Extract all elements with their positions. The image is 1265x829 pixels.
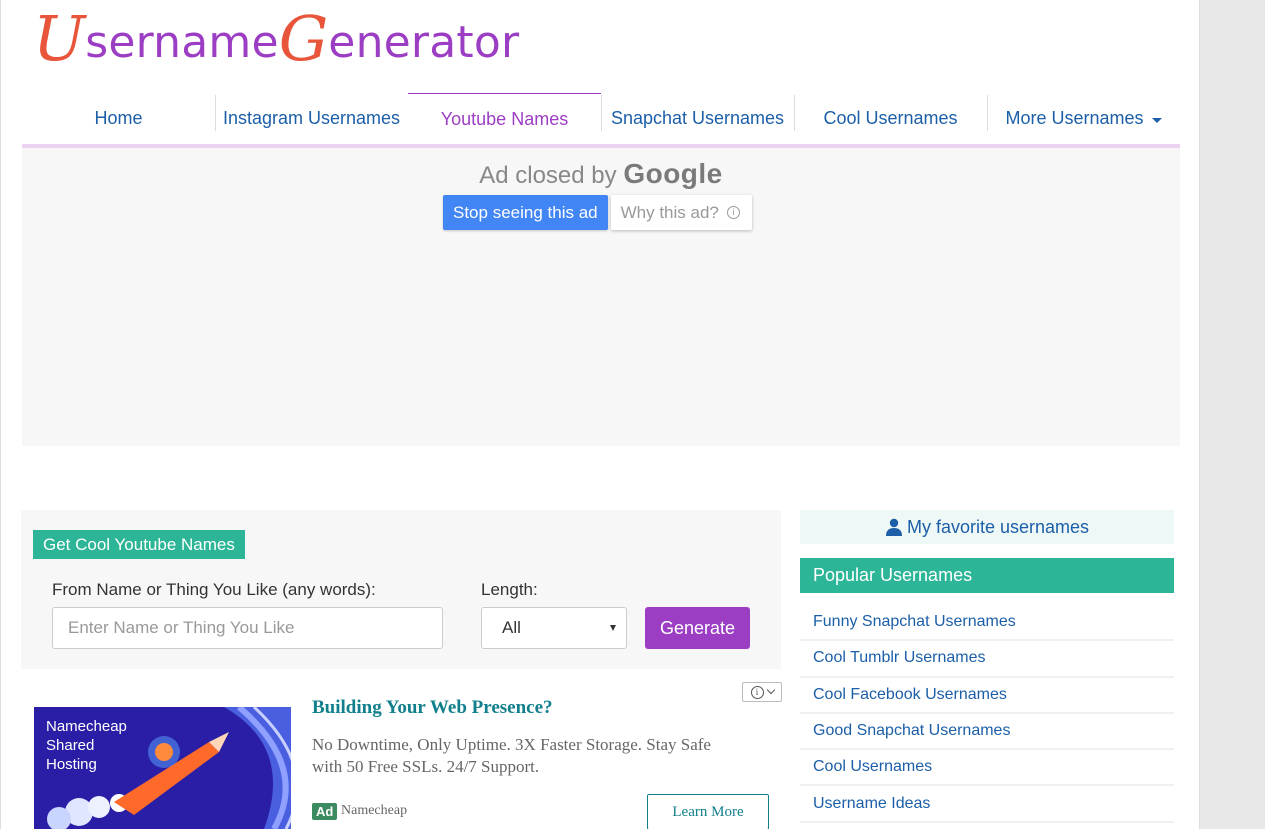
nav-snapchat-label: Snapchat Usernames — [610, 108, 785, 128]
length-select-value: All — [502, 618, 521, 637]
name-label: From Name or Thing You Like (any words): — [52, 580, 376, 599]
ad-source: Namecheap — [341, 803, 408, 818]
popular-item-cool-tumblr[interactable]: Cool Tumblr Usernames — [800, 641, 1174, 678]
name-input[interactable] — [52, 607, 443, 649]
page: U sername G enerator Home Instagram User… — [0, 0, 1200, 829]
popular-usernames-heading: Popular Usernames — [800, 558, 1174, 593]
logo-word-enerator: enerator — [328, 17, 520, 68]
nav-youtube-label: Youtube Names — [440, 108, 569, 129]
ad-choices-button[interactable]: i — [742, 682, 782, 702]
generator-title: Get Cool Youtube Names — [33, 530, 245, 559]
nav-snapchat-usernames[interactable]: Snapchat Usernames — [601, 93, 794, 144]
ad-closed-panel: Ad closed by Google Stop seeing this ad … — [22, 148, 1180, 446]
ad-closed-title: Ad closed by Google — [22, 158, 1180, 190]
popular-usernames-list: Funny Snapchat Usernames Cool Tumblr Use… — [800, 605, 1174, 823]
nav-instagram-usernames[interactable]: Instagram Usernames — [215, 93, 408, 144]
length-label: Length: — [481, 580, 538, 599]
logo-cap-g: G — [278, 2, 329, 75]
popular-item-cool-facebook[interactable]: Cool Facebook Usernames — [800, 678, 1174, 714]
info-icon: i — [726, 206, 740, 219]
logo-word-sername: sername — [85, 17, 279, 68]
nav-cool-usernames[interactable]: Cool Usernames — [794, 93, 987, 144]
length-select[interactable]: All — [481, 607, 627, 649]
ad-image-line-2: Shared — [46, 737, 95, 754]
caret-down-icon — [1151, 117, 1162, 123]
logo-cap-u: U — [33, 2, 86, 75]
ad-info-icon: i — [750, 685, 764, 699]
select-arrow-icon — [610, 625, 616, 631]
chevron-down-icon — [766, 685, 775, 695]
ad-image-line-3: Hosting — [46, 756, 97, 773]
ad-closed-prefix: Ad closed by — [479, 162, 617, 189]
generator-panel: Get Cool Youtube Names From Name or Thin… — [21, 510, 781, 669]
ad-image-line-1: Namecheap — [46, 718, 127, 735]
ad-feedback-buttons: Stop seeing this ad Why this ad? i — [443, 195, 752, 230]
ad-headline-link[interactable]: Building Your Web Presence? — [312, 697, 553, 719]
popular-item-username-ideas[interactable]: Username Ideas — [800, 786, 1174, 823]
google-logo-text: Google — [623, 158, 723, 189]
generate-button[interactable]: Generate — [645, 607, 750, 649]
ad-body: No Downtime, Only Uptime. 3X Faster Stor… — [312, 735, 711, 776]
nav-home[interactable]: Home — [22, 93, 215, 144]
popular-item-good-snapchat[interactable]: Good Snapchat Usernames — [800, 714, 1174, 751]
nav-home-label: Home — [94, 108, 143, 128]
why-this-ad-button[interactable]: Why this ad? i — [610, 195, 752, 230]
site-logo[interactable]: U sername G enerator — [33, 6, 519, 70]
nav-instagram-label: Instagram Usernames — [222, 108, 401, 128]
nav-more-usernames-dropdown[interactable]: More Usernames — [987, 93, 1180, 144]
favorites-label: My favorite usernames — [906, 516, 1090, 537]
favorites-link[interactable]: My favorite usernames — [800, 510, 1174, 544]
stop-seeing-ad-button[interactable]: Stop seeing this ad — [443, 195, 608, 230]
main-nav: Home Instagram Usernames Youtube Names S… — [22, 93, 1180, 148]
user-icon — [885, 518, 903, 536]
ad-image[interactable]: Namecheap Shared Hosting — [34, 707, 291, 829]
nav-cool-label: Cool Usernames — [823, 108, 958, 128]
nav-youtube-names[interactable]: Youtube Names — [408, 93, 601, 144]
nav-more-label: More Usernames — [1005, 108, 1144, 128]
why-this-ad-label: Why this ad? — [620, 202, 719, 222]
ad-badge: Ad — [312, 803, 338, 820]
learn-more-button[interactable]: Learn More — [647, 794, 769, 829]
popular-item-cool-usernames[interactable]: Cool Usernames — [800, 750, 1174, 787]
popular-item-funny-snapchat[interactable]: Funny Snapchat Usernames — [800, 605, 1174, 642]
ad-image-text: Namecheap Shared Hosting — [46, 717, 127, 774]
